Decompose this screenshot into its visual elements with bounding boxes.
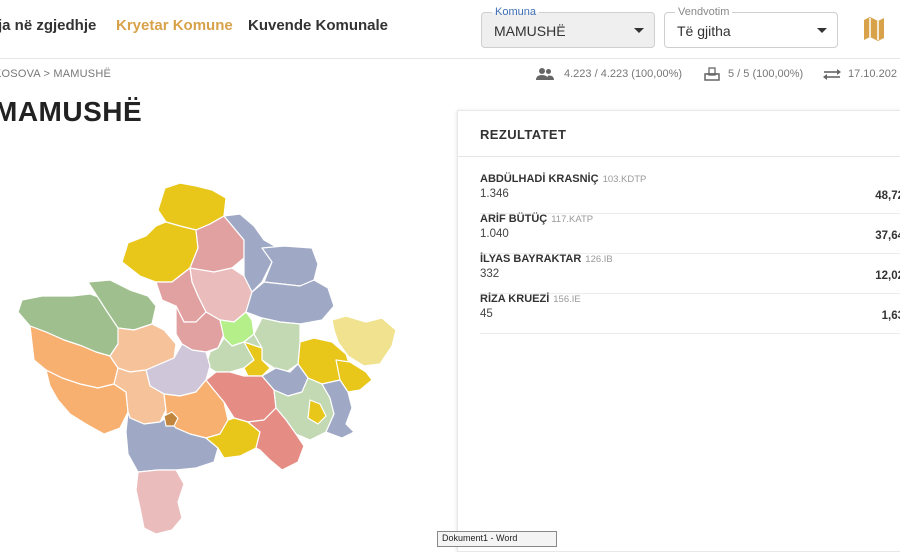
candidate-votes: 1.040 [480,228,509,240]
chevron-down-icon [817,28,827,33]
voters-stat: 4.223 / 4.223 (100,00%) [536,68,682,80]
candidate-party: 103.KDTP [602,174,647,185]
taskbar-tooltip: Dokument1 - Word [437,531,557,547]
candidate-percentage: 37,64 [875,230,900,242]
candidate-name-text: ABDÜLHADİ KRASNİÇ [480,173,599,185]
candidate-row[interactable]: RİZA KRUEZİ156.IE 45 1,63 [480,293,900,334]
candidate-name-text: ARİF BÜTÜÇ [480,213,548,225]
candidate-name-text: İLYAS BAYRAKTAR [480,253,582,265]
candidate-name: RİZA KRUEZİ 156.IE [480,293,581,305]
komuna-select[interactable]: Komuna MAMUSHË [481,5,655,48]
stations-stat-value: 5 / 5 (100,00%) [728,68,804,80]
candidate-name: ABDÜLHADİ KRASNİÇ 103.KDTP [480,173,646,185]
vendvotim-select-value: Të gjitha [677,23,731,39]
candidate-percentage: 12,02 [875,270,900,282]
candidate-party: 126.IB [585,254,613,265]
candidate-percentage: 1,63 [881,310,900,322]
results-card: REZULTATET ABDÜLHADİ KRASNİÇ 103.KDTP 1.3… [457,110,900,552]
candidate-votes: 45 [480,308,493,320]
ballot-box-icon [704,67,722,81]
nav-tab-assembly[interactable]: Kuvende Komunale [248,17,388,34]
map-region[interactable] [135,469,185,535]
candidate-percentage: 48,72 [875,190,900,202]
update-date-value: 17.10.202 [848,68,897,80]
candidate-party: 156.IE [553,294,581,305]
candidate-votes: 1.346 [480,188,509,200]
candidate-row[interactable]: İLYAS BAYRAKTAR126.IB 332 12,02 [480,253,900,294]
candidate-name-text: RİZA KRUEZİ [480,293,550,305]
map-region[interactable] [261,245,319,287]
komuna-select-value: MAMUSHË [494,23,566,39]
kosovo-municipality-map [0,170,420,540]
candidate-name: ARİF BÜTÜÇ 117.KATP [480,213,593,225]
map-region[interactable] [245,279,335,325]
candidate-row[interactable]: ARİF BÜTÜÇ117.KATP 1.040 37,64 [480,213,900,254]
breadcrumb: KOSOVA > MAMUSHË [0,68,111,80]
map-icon[interactable] [862,16,886,42]
results-divider [458,156,900,157]
nav-tab-mayor[interactable]: Kryetar Komune [116,17,233,34]
chevron-down-icon [634,28,644,33]
candidate-party: 117.KATP [551,214,594,225]
vendvotim-select[interactable]: Vendvotim Të gjitha [664,5,838,48]
nav-tab-elections[interactable]: ja në zgjedhje [0,17,96,34]
results-title: REZULTATET [480,127,567,142]
sync-arrows-icon [822,67,841,81]
voters-stat-value: 4.223 / 4.223 (100,00%) [564,68,683,80]
stations-stat: 5 / 5 (100,00%) [704,67,804,81]
people-icon [536,67,554,81]
top-navigation-bar: ja në zgjedhje Kryetar Komune Kuvende Ko… [0,0,900,59]
candidate-votes: 332 [480,268,500,280]
komuna-select-legend: Komuna [492,5,539,19]
page-title: MAMUSHË [0,96,143,127]
vendvotim-select-legend: Vendvotim [675,5,733,19]
update-date-stat: 17.10.202 [822,68,897,80]
candidate-name: İLYAS BAYRAKTAR 126.IB [480,253,613,265]
candidate-row[interactable]: ABDÜLHADİ KRASNİÇ103.KDTP 1.346 48,72 [480,173,900,214]
